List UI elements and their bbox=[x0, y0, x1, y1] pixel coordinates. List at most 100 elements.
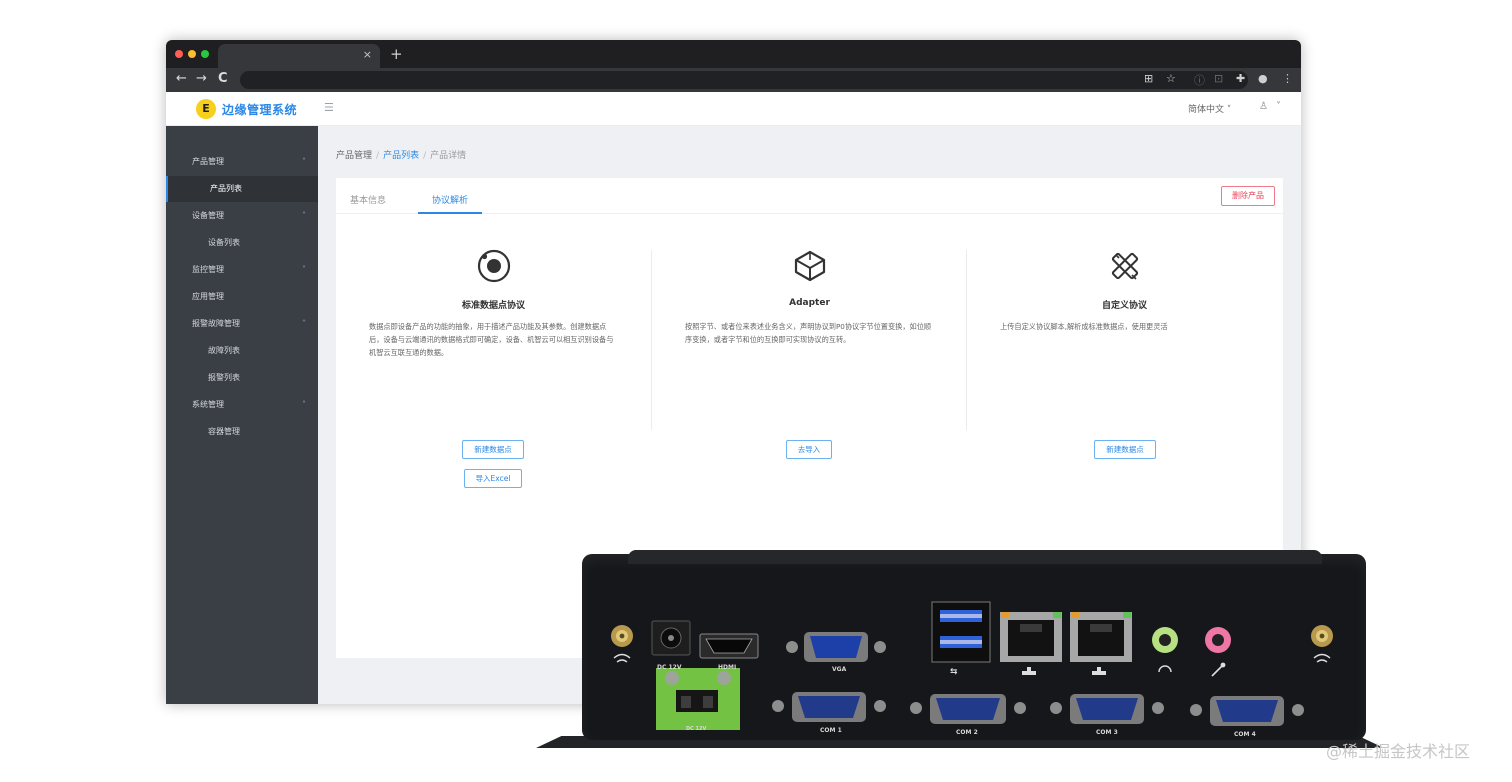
breadcrumb: 产品管理 / 产品列表 / 产品详情 bbox=[336, 148, 466, 161]
chevron-down-icon[interactable]: ˅ bbox=[1276, 101, 1281, 112]
language-select[interactable]: 简体中文 ˅ bbox=[1188, 102, 1231, 115]
com3-label: COM 3 bbox=[1096, 729, 1118, 736]
dc-jack bbox=[651, 620, 691, 656]
user-icon[interactable]: ♙ bbox=[1259, 101, 1268, 112]
ethernet-port-2 bbox=[1070, 612, 1132, 675]
menu-fold-icon[interactable]: ☰ bbox=[324, 101, 334, 114]
detail-tabs: 基本信息 协议解析 删除产品 bbox=[336, 178, 1283, 214]
tab-protocol-parse[interactable]: 协议解析 bbox=[432, 193, 468, 206]
dc-terminal-block bbox=[656, 668, 740, 730]
go-import-button[interactable]: 去导入 bbox=[786, 440, 832, 459]
breadcrumb-separator: / bbox=[423, 151, 427, 161]
com1-label: COM 1 bbox=[820, 727, 842, 734]
protocol-description: 数据点即设备产品的功能的抽象，用于描述产品功能及其参数。创建数据点后，设备与云端… bbox=[369, 322, 614, 357]
audio-out-jack bbox=[1152, 627, 1178, 673]
dc-jack-label: DC 12V bbox=[657, 664, 682, 671]
com2-label: COM 2 bbox=[956, 729, 978, 736]
maximize-window-button[interactable] bbox=[201, 50, 209, 58]
ethernet-port-1 bbox=[1000, 612, 1062, 675]
chevron-up-icon: ˄ bbox=[302, 319, 306, 328]
sidebar-item-product-mgmt[interactable]: 产品管理 ˄ bbox=[166, 149, 318, 175]
sidebar-item-system-mgmt[interactable]: 系统管理 ˄ bbox=[166, 392, 318, 418]
chevron-up-icon: ˄ bbox=[302, 157, 306, 166]
translate-icon[interactable]: ⊞ bbox=[1144, 72, 1153, 85]
sidebar-item-app-mgmt[interactable]: 应用管理 bbox=[166, 284, 318, 310]
new-tab-button[interactable]: + bbox=[390, 45, 403, 63]
usb-ports bbox=[931, 601, 991, 663]
sidebar-item-label: 报警列表 bbox=[208, 373, 240, 382]
logo-icon: E bbox=[196, 99, 216, 119]
protocol-title: Adapter bbox=[789, 298, 830, 308]
info-icon[interactable]: ⓘ bbox=[1194, 72, 1205, 88]
sidebar-item-device-mgmt[interactable]: 设备管理 ˄ bbox=[166, 203, 318, 229]
sidebar-item-alarm-list[interactable]: 报警列表 bbox=[166, 365, 318, 391]
tab-close-icon[interactable]: × bbox=[363, 48, 372, 61]
breadcrumb-separator: / bbox=[376, 151, 380, 161]
active-tab-indicator bbox=[418, 212, 482, 214]
watermark: @稀土掘金技术社区 bbox=[1326, 742, 1471, 761]
forward-icon[interactable]: → bbox=[196, 71, 207, 86]
sidebar-item-label: 产品列表 bbox=[210, 184, 242, 193]
back-icon[interactable]: ← bbox=[176, 71, 187, 86]
device-ports bbox=[611, 601, 1333, 730]
cube-icon bbox=[794, 250, 825, 282]
import-excel-button[interactable]: 导入Excel bbox=[464, 469, 522, 488]
sidebar-item-label: 容器管理 bbox=[208, 427, 240, 436]
sidebar-item-device-list[interactable]: 设备列表 bbox=[166, 230, 318, 256]
protocol-title: 自定义协议 bbox=[1101, 301, 1147, 311]
address-bar[interactable] bbox=[240, 71, 1248, 89]
target-icon bbox=[477, 249, 510, 283]
sidebar-item-label: 设备管理 bbox=[192, 211, 224, 220]
menu-icon[interactable]: ⋮ bbox=[1282, 72, 1293, 85]
new-datapoint-button[interactable]: 新建数据点 bbox=[1094, 440, 1156, 459]
sidebar-item-container-mgmt[interactable]: 容器管理 bbox=[166, 419, 318, 445]
hdmi-port bbox=[699, 633, 759, 659]
profile-icon[interactable]: ● bbox=[1258, 72, 1268, 85]
com-port-3 bbox=[1050, 694, 1164, 724]
sidebar-item-label: 设备列表 bbox=[208, 238, 240, 247]
new-datapoint-button[interactable]: 新建数据点 bbox=[462, 440, 524, 459]
sidebar: 产品管理 ˄ 产品列表 设备管理 ˄ 设备列表 监控管理 ˅ 应用管理 报警故障… bbox=[166, 126, 318, 704]
protocol-title: 标准数据点协议 bbox=[461, 301, 525, 311]
chevron-up-icon: ˄ bbox=[302, 211, 306, 220]
com-port-1 bbox=[772, 692, 886, 722]
vga-port bbox=[786, 632, 886, 662]
language-label: 简体中文 bbox=[1188, 105, 1225, 115]
chevron-down-icon: ˅ bbox=[302, 265, 306, 274]
sidebar-item-label: 产品管理 bbox=[192, 157, 224, 166]
reload-icon[interactable]: C bbox=[218, 71, 228, 86]
delete-product-button[interactable]: 删除产品 bbox=[1221, 186, 1275, 206]
protocol-description: 按照字节、或者位来表述业务含义，声明协议到P0协议字节位置变换，如位顺序变换，或… bbox=[685, 322, 932, 344]
sidebar-item-monitor-mgmt[interactable]: 监控管理 ˅ bbox=[166, 257, 318, 283]
sidebar-item-label: 报警故障管理 bbox=[192, 319, 240, 328]
extensions-icon[interactable]: ✚ bbox=[1236, 72, 1245, 85]
sidebar-item-fault-list[interactable]: 故障列表 bbox=[166, 338, 318, 364]
browser-tab[interactable]: × bbox=[218, 44, 380, 68]
hdmi-label: HDMI bbox=[718, 664, 737, 671]
sidebar-item-label: 应用管理 bbox=[192, 292, 224, 301]
breadcrumb-item-product-mgmt[interactable]: 产品管理 bbox=[336, 151, 372, 161]
media-icon[interactable]: ⊡ bbox=[1214, 72, 1223, 85]
sidebar-item-label: 监控管理 bbox=[192, 265, 224, 274]
sidebar-item-alarm-mgmt[interactable]: 报警故障管理 ˄ bbox=[166, 311, 318, 337]
sidebar-item-label: 故障列表 bbox=[208, 346, 240, 355]
breadcrumb-item-product-list[interactable]: 产品列表 bbox=[383, 151, 419, 161]
star-icon[interactable]: ☆ bbox=[1166, 72, 1176, 85]
edge-gateway-device-photo: DC 12V HDMI VGA ⇆ DC 12V COM 1 COM 2 COM… bbox=[530, 550, 1390, 755]
app-title: 边缘管理系统 bbox=[222, 103, 298, 117]
sidebar-item-product-list[interactable]: 产品列表 bbox=[166, 176, 318, 202]
tab-basic-info[interactable]: 基本信息 bbox=[350, 193, 386, 206]
app-header: E 边缘管理系统 ☰ 简体中文 ˅ ♙ ˅ bbox=[166, 92, 1301, 126]
browser-tab-bar: × + bbox=[166, 40, 1301, 68]
close-window-button[interactable] bbox=[175, 50, 183, 58]
protocol-option-custom: 自定义协议 上传自定义协议脚本,解析成标准数据点，使用更灵活 新建数据点 bbox=[967, 240, 1282, 480]
sidebar-item-label: 系统管理 bbox=[192, 400, 224, 409]
minimize-window-button[interactable] bbox=[188, 50, 196, 58]
protocol-description: 上传自定义协议脚本,解析成标准数据点，使用更灵活 bbox=[1000, 322, 1168, 331]
browser-toolbar: ← → C ⊞ ☆ ⓘ ⊡ ✚ ● ⋮ bbox=[166, 68, 1301, 92]
breadcrumb-item-current: 产品详情 bbox=[430, 151, 467, 161]
com-port-4 bbox=[1190, 696, 1304, 726]
vga-label: VGA bbox=[832, 666, 847, 673]
com4-label: COM 4 bbox=[1234, 731, 1256, 738]
usb-icon: ⇆ bbox=[950, 667, 958, 677]
